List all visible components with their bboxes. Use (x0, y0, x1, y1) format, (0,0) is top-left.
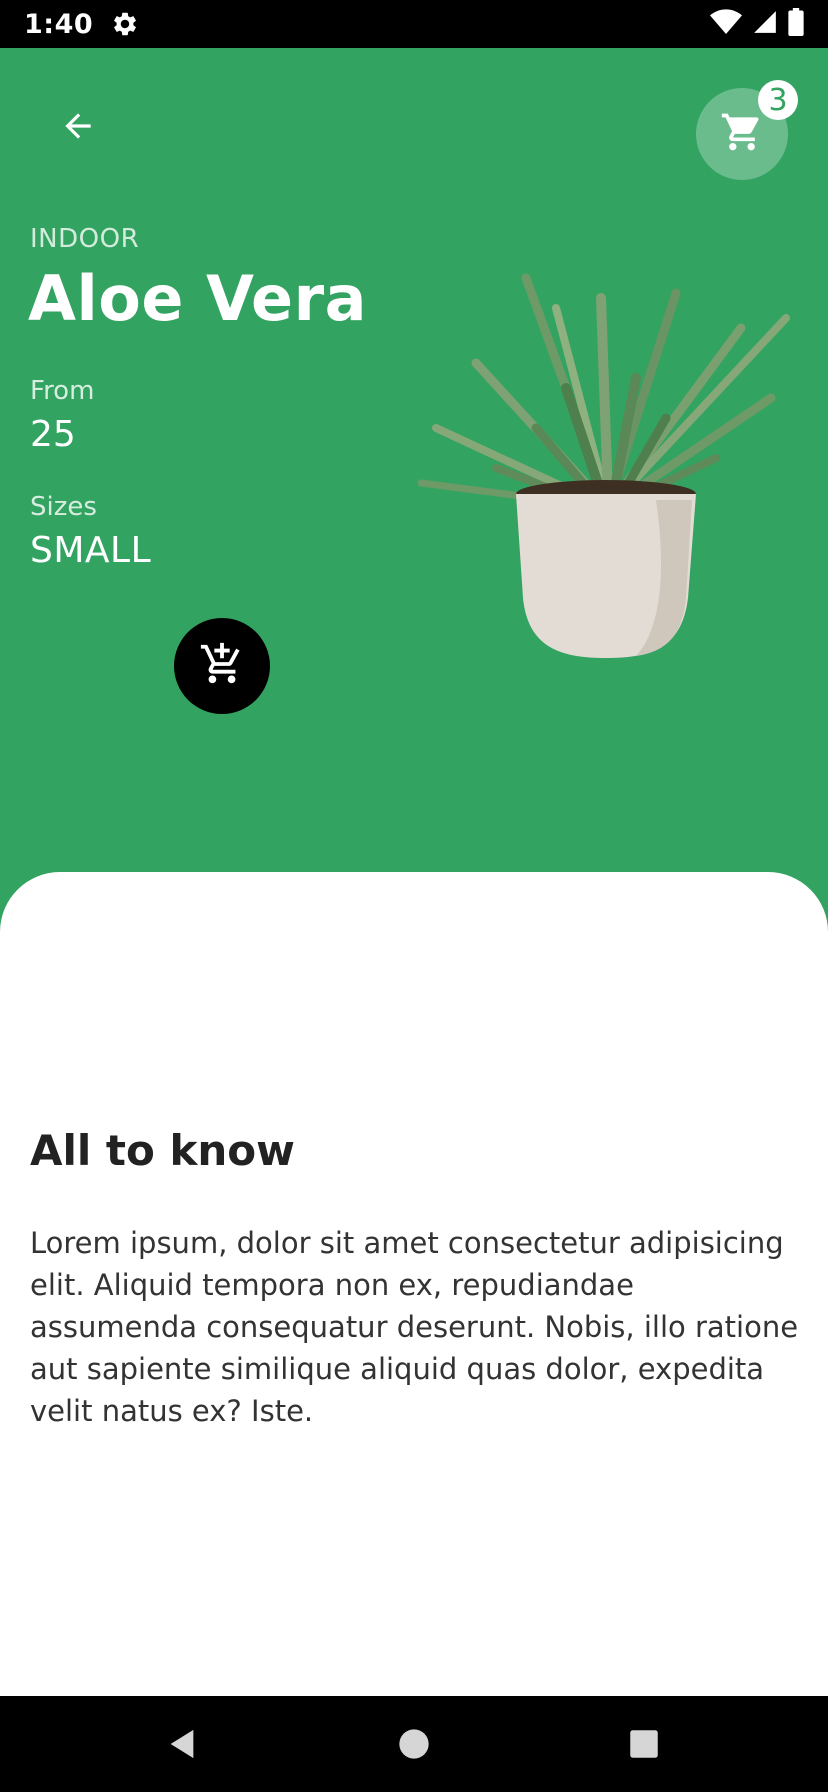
sizes-label: Sizes (30, 492, 97, 522)
battery-icon (788, 8, 804, 40)
status-bar: 1:40 (0, 0, 828, 48)
details-title: All to know (30, 1126, 295, 1175)
header-bar: 3 (0, 48, 828, 198)
status-icons (710, 8, 804, 40)
status-time: 1:40 (24, 8, 94, 40)
shopping-cart-icon (720, 110, 764, 158)
plant-image (416, 268, 796, 668)
cell-signal-icon (752, 9, 778, 39)
gear-icon (111, 10, 139, 38)
add-shopping-cart-icon (199, 641, 245, 691)
plant-detail-screen: 1:40 3 INDOOR Aloe Vera From 25 Sizes SM… (0, 0, 828, 1792)
details-sheet: All to know Lorem ipsum, dolor sit amet … (0, 872, 828, 1696)
product-category: INDOOR (30, 224, 140, 254)
price-label: From (30, 376, 95, 406)
price-value: 25 (30, 414, 76, 455)
size-value: SMALL (30, 530, 152, 571)
cart-count-badge: 3 (758, 80, 798, 120)
nav-recents-button[interactable] (624, 1724, 664, 1764)
arrow-back-icon (59, 107, 97, 149)
add-to-cart-button[interactable] (174, 618, 270, 714)
back-button[interactable] (48, 98, 108, 158)
details-description: Lorem ipsum, dolor sit amet consectetur … (30, 1226, 799, 1428)
product-name: Aloe Vera (28, 262, 368, 335)
nav-home-button[interactable] (394, 1724, 434, 1764)
wifi-icon (710, 8, 742, 40)
nav-back-button[interactable] (162, 1724, 202, 1764)
system-nav-bar (0, 1696, 828, 1792)
